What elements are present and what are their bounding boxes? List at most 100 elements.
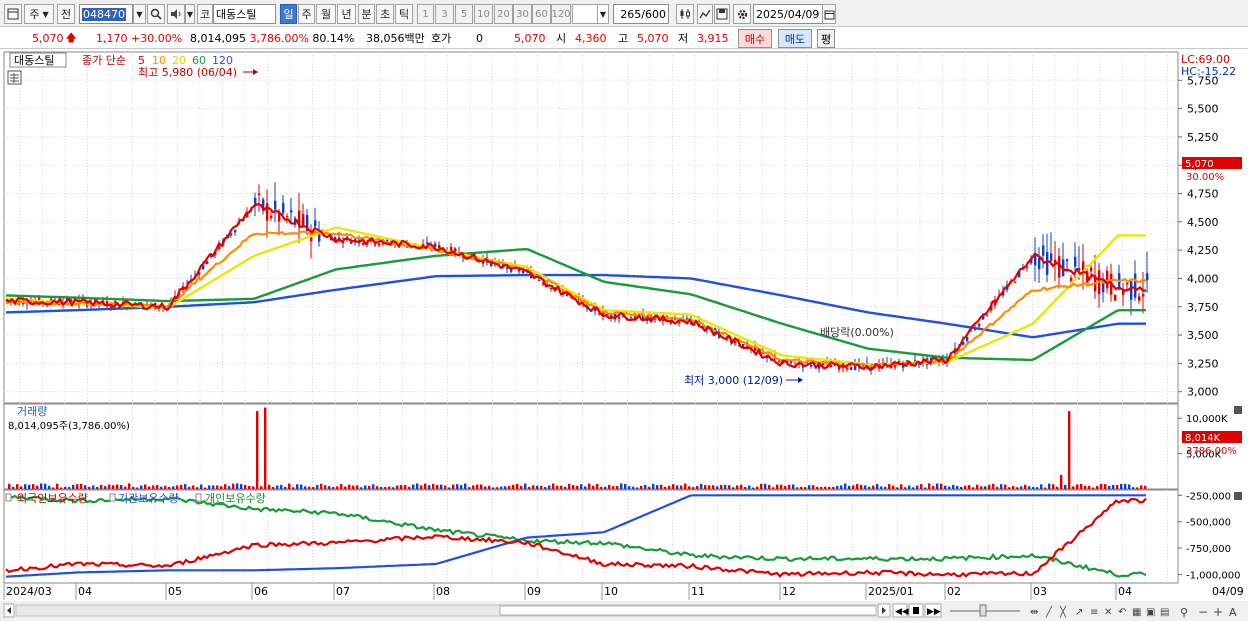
buy-button-label: 매수: [744, 32, 766, 46]
prev-button[interactable]: 전: [57, 4, 75, 24]
volume-panel-close-button[interactable]: [1234, 406, 1242, 414]
candle-body: [1134, 273, 1137, 298]
volume-bar: [176, 485, 179, 489]
interval-button-10[interactable]: 10: [474, 4, 493, 24]
sound-dropdown-button[interactable]: ▼: [185, 4, 195, 24]
volume-bar: [596, 483, 599, 489]
volume-bar: [420, 485, 423, 489]
volume-bar: [344, 486, 347, 489]
volume-bar: [72, 484, 75, 489]
layout-icon[interactable]: [4, 4, 22, 24]
search-button[interactable]: [147, 4, 165, 24]
volume-bar: [688, 486, 691, 489]
volume-bar: [1032, 486, 1035, 489]
period-tab-month[interactable]: 월: [316, 4, 336, 24]
volume-bar: [228, 486, 231, 489]
font-size-icon[interactable]: A: [1229, 606, 1237, 619]
candle-body: [1090, 267, 1093, 272]
candle-body: [1106, 270, 1109, 289]
fibonacci-icon[interactable]: ≡: [1090, 607, 1098, 618]
interval-button-30[interactable]: 30: [513, 4, 532, 24]
interval-label: 1: [422, 8, 429, 20]
volume-bar: [96, 487, 99, 489]
period-tab-label: 분: [361, 8, 372, 21]
save-button[interactable]: [714, 4, 730, 24]
buy-button[interactable]: 매수: [738, 29, 772, 48]
interval-button-1[interactable]: 1: [417, 4, 434, 24]
volume-bar: [612, 486, 615, 489]
interval-custom-input[interactable]: [572, 4, 598, 24]
volume-bar: [964, 485, 967, 489]
chart-area[interactable]: 5,7505,5005,2505,0004,7504,5004,2504,000…: [0, 49, 1248, 621]
volume-bar: [580, 484, 583, 489]
volume-bar: [1072, 486, 1075, 489]
period-tab-day[interactable]: 일: [280, 4, 297, 24]
double-line-icon[interactable]: ╳: [1059, 605, 1067, 618]
volume-bar: [488, 485, 491, 489]
undo-icon[interactable]: ↶: [1118, 607, 1126, 618]
period-tab-week[interactable]: 주: [298, 4, 315, 24]
period-tab-label: 월: [320, 8, 332, 21]
volume-bar: [740, 484, 743, 489]
volume-bar: [528, 486, 531, 489]
zoom-in-icon[interactable]: +: [1213, 605, 1223, 619]
candle-body: [378, 243, 381, 246]
volume-bar: [236, 483, 239, 489]
market-select[interactable]: 주 ▼: [24, 4, 54, 24]
sound-button[interactable]: [167, 4, 185, 24]
stock-name-field[interactable]: 대동스틸: [213, 4, 276, 24]
save-image-icon[interactable]: ▣: [1146, 607, 1155, 618]
volume-bar: [524, 483, 527, 489]
period-tab-tick[interactable]: 틱: [395, 4, 413, 24]
period-tab-minute[interactable]: 분: [358, 4, 375, 24]
volume-bar: [360, 487, 363, 489]
volume-bar: [652, 483, 655, 489]
interval-button-20[interactable]: 20: [494, 4, 513, 24]
settings-button[interactable]: [733, 4, 751, 24]
tool-icons: ⇹ ╱ ╳ ↗ ≡ ✕ ↶ ▦ ▣ ▤ ⚲ − + A: [1030, 605, 1237, 619]
period-tab-year[interactable]: 년: [337, 4, 356, 24]
legend-marker: [195, 493, 202, 502]
magnifier-icon[interactable]: ⚲: [1180, 606, 1188, 619]
scrollbar-thumb[interactable]: [499, 605, 877, 616]
volume-bar: [588, 483, 591, 489]
zoom-out-icon[interactable]: −: [1198, 605, 1208, 619]
interval-button-3[interactable]: 3: [435, 4, 454, 24]
holdings-panel-close-button[interactable]: [1234, 492, 1242, 500]
candle-type-button[interactable]: [676, 4, 694, 24]
ma-label: 종가 단순: [82, 54, 126, 67]
avg-button[interactable]: 평: [817, 29, 835, 48]
arrow-icon[interactable]: ↗: [1075, 607, 1083, 618]
interval-button-120[interactable]: 120: [551, 4, 571, 24]
interval-button-60[interactable]: 60: [532, 4, 551, 24]
cross-icon[interactable]: ✕: [1104, 607, 1112, 618]
stock-code-input[interactable]: 048470: [79, 4, 133, 24]
sell-button[interactable]: 매도: [778, 29, 812, 48]
volume-bar: [32, 484, 35, 489]
volume-bar: [764, 483, 767, 489]
candle-body: [1114, 295, 1117, 301]
volume-bar: [796, 487, 799, 489]
count-input[interactable]: 265/600: [613, 4, 669, 24]
line-icon[interactable]: ╱: [1045, 605, 1053, 618]
resize-icon[interactable]: ⇹: [1030, 607, 1038, 618]
chevron-down-icon: ▼: [42, 9, 49, 19]
print-icon[interactable]: ▤: [1160, 607, 1169, 618]
volume-bar: [188, 486, 191, 489]
candle-body: [206, 261, 209, 265]
volume-bar: [348, 484, 351, 489]
volume-bar: [396, 485, 399, 489]
period-tab-second[interactable]: 초: [376, 4, 394, 24]
volume-bar: [312, 486, 315, 489]
drawing-tool-button[interactable]: [697, 4, 713, 24]
grid-icon[interactable]: ▦: [1132, 607, 1141, 618]
volume-bar: [240, 484, 243, 489]
price-tick-label: 5,500: [1187, 103, 1219, 116]
date-input[interactable]: 2025/04/09: [753, 4, 823, 24]
calendar-button[interactable]: [822, 4, 836, 24]
code-dropdown-button[interactable]: ▼: [133, 4, 146, 24]
interval-dropdown-button[interactable]: ▼: [597, 4, 609, 24]
interval-button-5[interactable]: 5: [455, 4, 473, 24]
zoom-slider-handle[interactable]: [979, 604, 987, 617]
volume-bar: [1112, 484, 1115, 489]
